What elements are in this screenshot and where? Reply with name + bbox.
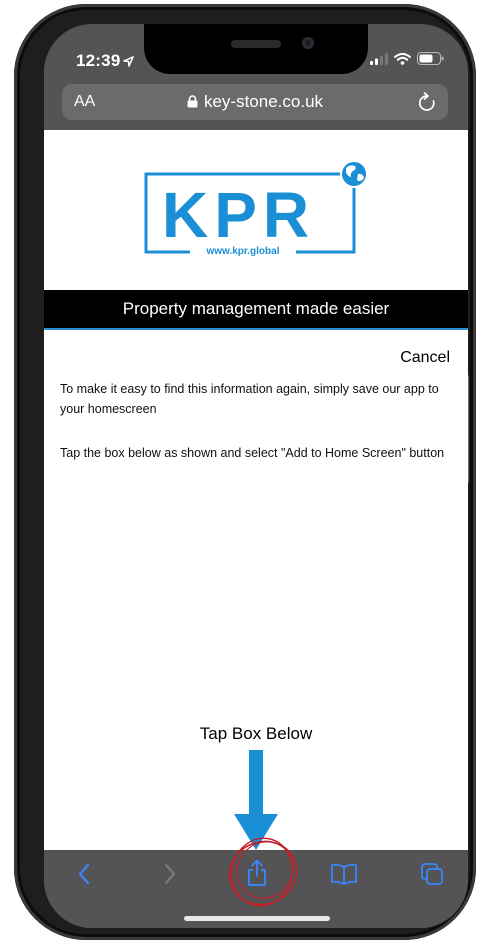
kpr-logo: KPR www.kpr.global [144, 160, 368, 259]
instruction-text-2: Tap the box below as shown and select "A… [60, 446, 445, 460]
forward-icon[interactable] [162, 862, 178, 886]
svg-text:KPR: KPR [162, 179, 315, 251]
phone-frame: 12:39 AA key-stone.co.uk KPR www.kpr.glo… [14, 4, 476, 940]
notch [144, 24, 368, 74]
clock-text: 12:39 [76, 51, 121, 70]
location-icon [123, 56, 135, 67]
camera [302, 37, 314, 49]
instruction-text-1: To make it easy to find this information… [60, 382, 439, 416]
bookmarks-icon[interactable] [330, 862, 358, 886]
speaker [231, 40, 281, 48]
reload-icon[interactable] [418, 92, 436, 112]
tagline-banner: Property management made easier [44, 290, 468, 330]
url-text: key-stone.co.uk [203, 92, 324, 111]
home-indicator[interactable] [184, 916, 330, 921]
web-content: KPR www.kpr.global Property management m… [44, 130, 468, 850]
wifi-icon [394, 52, 411, 65]
back-icon[interactable] [76, 862, 92, 886]
phone-screen: 12:39 AA key-stone.co.uk KPR www.kpr.glo… [44, 24, 468, 928]
signal-icon [370, 52, 388, 65]
cancel-button[interactable]: Cancel [400, 349, 450, 367]
battery-icon [417, 52, 444, 65]
lock-icon [187, 95, 198, 108]
tap-box-label: Tap Box Below [199, 724, 313, 743]
url-display[interactable]: key-stone.co.uk [62, 92, 448, 112]
status-bar-time: 12:39 [76, 51, 135, 71]
address-bar[interactable]: AA key-stone.co.uk [62, 84, 448, 120]
status-indicators [370, 52, 444, 65]
tabs-icon[interactable] [420, 862, 444, 886]
svg-text:www.kpr.global: www.kpr.global [206, 246, 280, 257]
annotation-circle [228, 837, 298, 907]
